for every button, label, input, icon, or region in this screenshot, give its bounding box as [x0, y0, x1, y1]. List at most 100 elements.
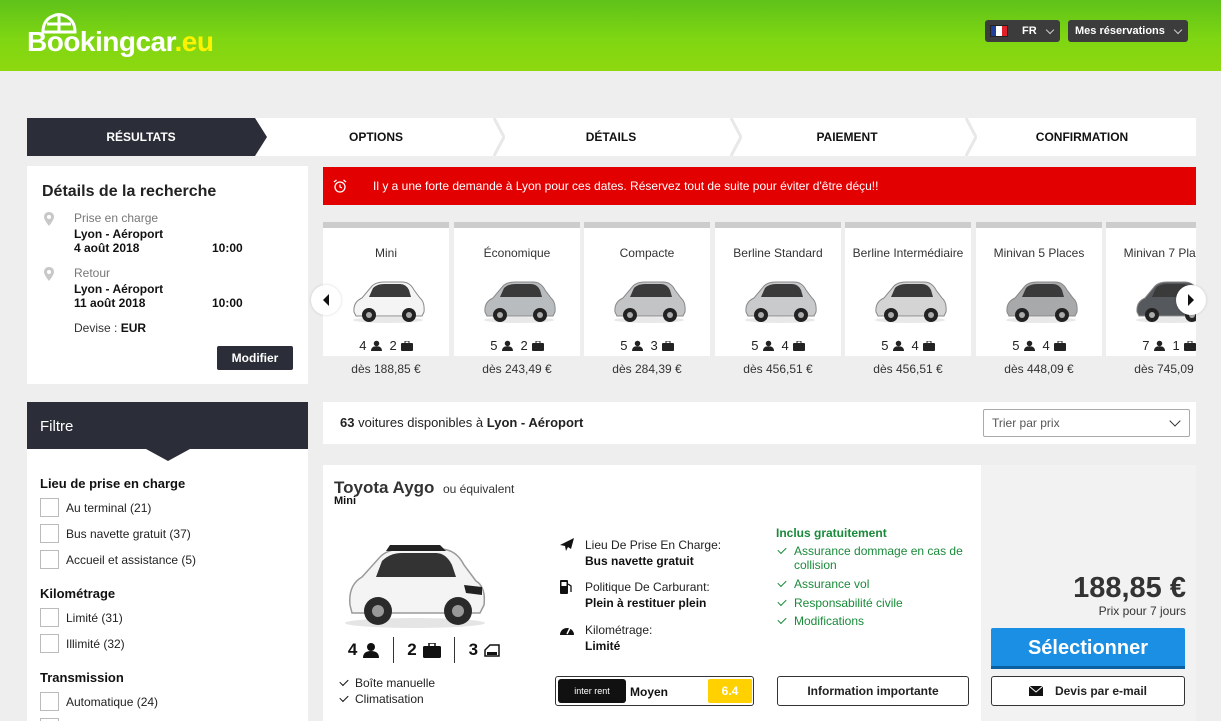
return-location: Lyon - Aéroport	[74, 282, 164, 296]
suitcase-icon	[922, 340, 935, 351]
car-thumbnail	[1006, 281, 1078, 323]
person-icon	[370, 340, 382, 351]
step-details: DÉTAILS	[585, 130, 637, 144]
filter-option-meet-greet[interactable]: Accueil et assistance (5)	[40, 550, 196, 569]
search-details-panel: Détails de la recherche Prise en charge …	[27, 166, 308, 384]
location-pin-icon	[44, 267, 54, 281]
category-name: Économique	[483, 246, 551, 260]
category-tile[interactable]: Mini 4 2 dès 188,85 €	[323, 222, 449, 383]
category-price: dès 243,49 €	[454, 356, 580, 383]
important-info-button[interactable]: Information importante	[777, 676, 969, 706]
included-item: Assurance dommage en cas de collision	[777, 544, 978, 572]
bookingcar-logo[interactable]: Bookingcar.eu	[27, 12, 227, 58]
my-reservations-button[interactable]: Mes réservations	[1068, 20, 1188, 42]
checkbox[interactable]	[40, 608, 59, 627]
pickup-info-value: Bus navette gratuit	[585, 554, 694, 568]
return-time: 10:00	[212, 296, 243, 310]
filter-option-limited[interactable]: Limité (31)	[40, 608, 123, 627]
email-quote-label: Devis par e-mail	[1054, 684, 1148, 698]
email-quote-button[interactable]: Devis par e-mail	[991, 676, 1185, 706]
results-summary-bar: 63 voitures disponibles à Lyon - Aéropor…	[323, 402, 1196, 444]
category-name: Mini	[374, 246, 397, 260]
category-price: dès 456,51 €	[715, 356, 841, 383]
logo-text: Bookingcar.eu	[27, 26, 214, 57]
sort-dropdown-value: Trier par prix	[992, 416, 1060, 430]
category-tile[interactable]: Minivan 5 Places 5 4 dès 448,09 €	[976, 222, 1102, 383]
category-tile[interactable]: Économique 5 2 dès 243,49 €	[454, 222, 580, 383]
checkbox[interactable]	[40, 524, 59, 543]
currency-info: Devise : EUR	[74, 321, 147, 335]
category-tile[interactable]: Berline Intermédiaire 5 4 dès 456,51 €	[845, 222, 971, 383]
return-date: 11 août 2018	[74, 296, 146, 310]
high-demand-alert: Il y a une forte demande à Lyon pour ces…	[323, 167, 1196, 205]
chevron-down-icon	[1045, 25, 1055, 35]
category-price: dès 448,09 €	[976, 356, 1102, 383]
filter-option-automatic[interactable]: Automatique (24)	[40, 692, 158, 711]
included-item: Modifications	[777, 614, 978, 628]
car-image	[345, 545, 486, 628]
checkbox[interactable]	[40, 634, 59, 653]
included-title: Inclus gratuitement	[776, 526, 887, 540]
offer-doors: 3	[455, 637, 514, 663]
checkbox[interactable]	[40, 692, 59, 711]
suitcase-icon	[661, 340, 674, 351]
checkbox[interactable]	[40, 498, 59, 517]
step-separator	[965, 118, 977, 156]
pickup-time: 10:00	[212, 241, 243, 255]
person-icon	[631, 340, 643, 351]
price-column: 188,85 € Prix pour 7 jours Sélectionner …	[981, 465, 1196, 721]
suitcase-icon	[531, 340, 544, 351]
language-selector[interactable]: FR	[985, 20, 1060, 42]
category-carousel: Mini 4 2 dès 188,85 € Économique 5 2 dès 243,49…	[323, 222, 1196, 383]
carousel-next-button[interactable]	[1176, 285, 1206, 315]
alarm-clock-icon	[333, 179, 347, 193]
carousel-prev-button[interactable]	[311, 285, 341, 315]
category-specs: 52	[454, 338, 580, 353]
filter-option-terminal[interactable]: Au terminal (21)	[40, 498, 151, 517]
category-specs: 54	[845, 338, 971, 353]
suitcase-icon	[400, 340, 413, 351]
person-icon	[762, 340, 774, 351]
category-price: dès 188,85 €	[323, 356, 449, 383]
offer-bags: 2	[394, 637, 455, 663]
mileage-info-value: Limité	[585, 639, 621, 653]
sort-dropdown[interactable]: Trier par prix	[983, 409, 1190, 437]
my-reservations-label: Mes réservations	[1075, 25, 1165, 37]
suitcase-icon	[1183, 340, 1196, 351]
pickup-date: 4 août 2018	[74, 241, 140, 255]
supplier-rating[interactable]: inter rent Moyen 6.4	[555, 676, 754, 706]
interrent-logo: inter rent	[558, 679, 626, 703]
step-results: RÉSULTATS	[27, 118, 255, 156]
check-icon	[777, 614, 787, 625]
step-options: OPTIONS	[348, 130, 403, 144]
select-offer-button[interactable]: Sélectionner	[991, 628, 1185, 668]
pickup-location: Lyon - Aéroport	[74, 227, 164, 241]
filter-panel: Lieu de prise en charge Au terminal (21)…	[27, 449, 308, 721]
filter-option-unlimited[interactable]: Illimité (32)	[40, 634, 125, 653]
category-name: Minivan 5 Places	[993, 246, 1085, 260]
chevron-down-icon	[1173, 25, 1183, 35]
category-tile[interactable]: Compacte 5 3 dès 284,39 €	[584, 222, 710, 383]
pickup-label: Prise en charge	[74, 211, 159, 225]
category-price: dès 456,51 €	[845, 356, 971, 383]
offer-card: Toyota Aygo ou équivalent Mini 4 2 3 Boî…	[323, 465, 1196, 721]
filter-section-pickup: Lieu de prise en charge	[40, 476, 186, 491]
offer-category: Mini	[334, 495, 356, 507]
offer-price-duration: Prix pour 7 jours	[1098, 604, 1186, 618]
category-tile[interactable]: Berline Standard 5 4 dès 456,51 €	[715, 222, 841, 383]
step-confirmation: CONFIRMATION	[1035, 130, 1129, 144]
rating-label: Moyen	[630, 685, 669, 699]
chevron-left-icon	[323, 294, 329, 306]
speedometer-icon	[560, 627, 574, 635]
filter-title: Filtre	[40, 418, 74, 435]
filter-option-shuttle[interactable]: Bus navette gratuit (37)	[40, 524, 191, 543]
results-count-text: 63 voitures disponibles à Lyon - Aéropor…	[340, 415, 584, 430]
car-thumbnail	[484, 281, 556, 323]
checkbox[interactable]	[40, 550, 59, 569]
suitcase-icon	[792, 340, 805, 351]
plane-icon	[560, 538, 574, 551]
fuel-info-value: Plein à restituer plein	[585, 596, 707, 610]
person-icon	[1153, 340, 1165, 351]
category-specs: 42	[323, 338, 449, 353]
modify-search-button[interactable]: Modifier	[217, 346, 293, 370]
